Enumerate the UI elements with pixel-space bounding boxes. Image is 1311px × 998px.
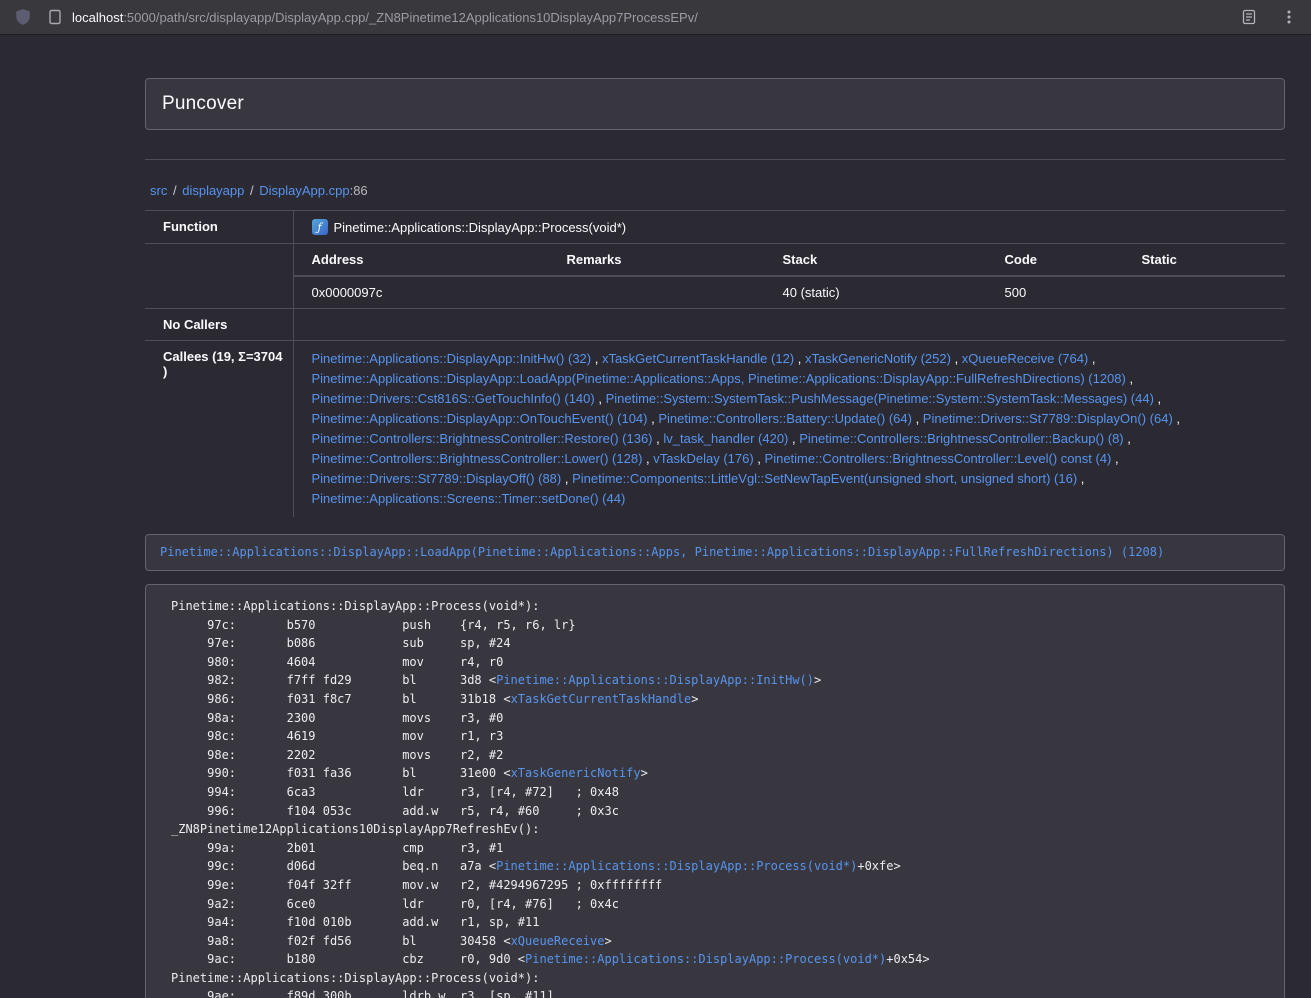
callee-link[interactable]: Pinetime::Applications::Screens::Timer::…	[312, 491, 626, 506]
reader-view-icon[interactable]	[1241, 9, 1257, 25]
col-header-static: Static	[1124, 244, 1286, 276]
code-symbol-link[interactable]: Pinetime::Applications::DisplayApp::Init…	[496, 673, 814, 687]
disassembly-panel: Pinetime::Applications::DisplayApp::Proc…	[145, 584, 1285, 998]
app-header-panel: Puncover	[145, 78, 1285, 130]
address-row: Address Remarks Stack Code Static 0x0000…	[145, 244, 1285, 309]
callee-link[interactable]: Pinetime::Applications::DisplayApp::OnTo…	[312, 411, 648, 426]
app-title: Puncover	[162, 93, 1268, 115]
no-callers-row: No Callers	[145, 309, 1285, 341]
cell-static	[1124, 276, 1286, 308]
cell-stack: 40 (static)	[765, 276, 987, 308]
callees-row: Callees (19, Σ=3704 ) Pinetime::Applicat…	[145, 341, 1285, 518]
col-header-stack: Stack	[765, 244, 987, 276]
callee-link[interactable]: Pinetime::Components::LittleVgl::SetNewT…	[572, 471, 1077, 486]
cell-code: 500	[987, 276, 1124, 308]
largest-callee-panel: Pinetime::Applications::DisplayApp::Load…	[145, 534, 1285, 571]
callee-link[interactable]: lv_task_handler (420)	[663, 431, 788, 446]
code-symbol-link[interactable]: Pinetime::Applications::DisplayApp::Proc…	[496, 859, 857, 873]
code-symbol-link[interactable]: xTaskGetCurrentTaskHandle	[511, 692, 692, 706]
code-symbol-link[interactable]: xQueueReceive	[511, 934, 605, 948]
function-info-table: Function ƒ Pinetime::Applications::Displ…	[145, 210, 1285, 517]
disassembly: Pinetime::Applications::DisplayApp::Proc…	[171, 597, 1270, 998]
callee-link[interactable]: xTaskGetCurrentTaskHandle (12)	[602, 351, 794, 366]
code-symbol-link[interactable]: xTaskGenericNotify	[511, 766, 641, 780]
empty-cell	[293, 309, 1285, 341]
largest-callee-link[interactable]: Pinetime::Applications::DisplayApp::Load…	[160, 545, 1164, 559]
callee-link[interactable]: Pinetime::Applications::DisplayApp::Load…	[312, 371, 1126, 386]
breadcrumb-link-file[interactable]: DisplayApp.cpp	[259, 183, 349, 198]
function-label: Function	[145, 211, 293, 244]
browser-toolbar: localhost:5000/path/src/displayapp/Displ…	[0, 0, 1311, 35]
callee-link[interactable]: Pinetime::System::SystemTask::PushMessag…	[606, 391, 1154, 406]
address-table: Address Remarks Stack Code Static 0x0000…	[294, 244, 1286, 308]
breadcrumb-line-number: :86	[350, 183, 368, 198]
url-path: :5000/path/src/displayapp/DisplayApp.cpp…	[123, 10, 698, 25]
url-bar[interactable]: localhost:5000/path/src/displayapp/Displ…	[48, 3, 1221, 31]
cell-address: 0x0000097c	[294, 276, 549, 308]
col-header-remarks: Remarks	[549, 244, 765, 276]
tracking-protection-shield-icon[interactable]	[14, 8, 32, 26]
callee-link[interactable]: Pinetime::Applications::DisplayApp::Init…	[312, 351, 592, 366]
menu-kebab-icon[interactable]	[1281, 9, 1297, 25]
url-host: localhost	[72, 10, 123, 25]
callee-link[interactable]: xTaskGenericNotify (252)	[805, 351, 951, 366]
function-name: Pinetime::Applications::DisplayApp::Proc…	[334, 220, 627, 235]
callee-link[interactable]: Pinetime::Controllers::Battery::Update()…	[658, 411, 912, 426]
table-row: 0x0000097c 40 (static) 500	[294, 276, 1286, 308]
col-header-address: Address	[294, 244, 549, 276]
function-icon: ƒ	[312, 219, 328, 235]
breadcrumb-link-src[interactable]: src	[150, 183, 167, 198]
callee-link[interactable]: Pinetime::Drivers::Cst816S::GetTouchInfo…	[312, 391, 595, 406]
callees-list: Pinetime::Applications::DisplayApp::Init…	[293, 341, 1285, 518]
page-info-icon[interactable]	[48, 9, 62, 25]
code-symbol-link[interactable]: Pinetime::Applications::DisplayApp::Proc…	[525, 952, 886, 966]
function-row: Function ƒ Pinetime::Applications::Displ…	[145, 211, 1285, 244]
breadcrumb-separator: /	[171, 183, 179, 198]
breadcrumb-separator: /	[248, 183, 256, 198]
callee-link[interactable]: Pinetime::Controllers::BrightnessControl…	[765, 451, 1112, 466]
callee-link[interactable]: Pinetime::Controllers::BrightnessControl…	[799, 431, 1123, 446]
cell-remarks	[549, 276, 765, 308]
col-header-code: Code	[987, 244, 1124, 276]
empty-cell	[145, 244, 293, 309]
callee-link[interactable]: xQueueReceive (764)	[962, 351, 1088, 366]
callees-label: Callees (19, Σ=3704 )	[145, 341, 293, 518]
breadcrumb-link-displayapp[interactable]: displayapp	[182, 183, 244, 198]
page-content: Puncover src / displayapp / DisplayApp.c…	[0, 35, 1311, 998]
callee-link[interactable]: Pinetime::Drivers::St7789::DisplayOff() …	[312, 471, 562, 486]
callee-link[interactable]: vTaskDelay (176)	[653, 451, 753, 466]
no-callers-label: No Callers	[145, 309, 293, 341]
breadcrumb: src / displayapp / DisplayApp.cpp:86	[145, 183, 1285, 198]
callee-link[interactable]: Pinetime::Drivers::St7789::DisplayOn() (…	[923, 411, 1173, 426]
divider	[145, 159, 1285, 160]
callee-link[interactable]: Pinetime::Controllers::BrightnessControl…	[312, 431, 653, 446]
callee-link[interactable]: Pinetime::Controllers::BrightnessControl…	[312, 451, 643, 466]
